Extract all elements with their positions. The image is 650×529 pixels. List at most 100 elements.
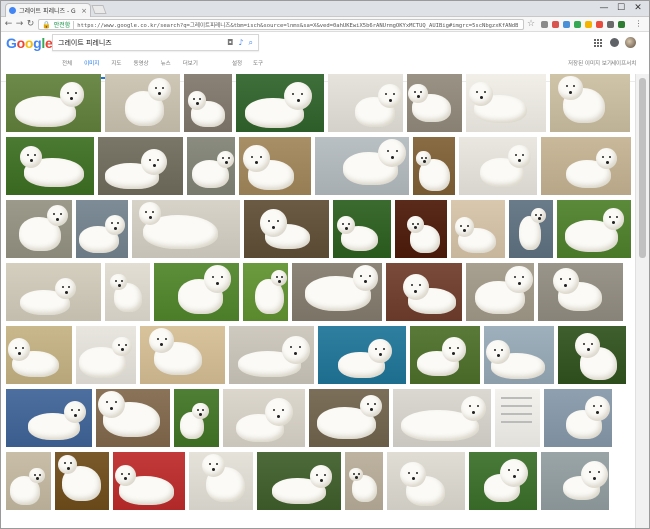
extension-icon[interactable] (552, 21, 559, 28)
image-thumbnail[interactable] (6, 452, 51, 510)
extension-icon[interactable] (563, 21, 570, 28)
image-thumbnail[interactable] (223, 389, 305, 447)
image-thumbnail[interactable] (466, 74, 546, 132)
image-thumbnail[interactable] (318, 326, 406, 384)
back-arrow-icon[interactable]: ← (3, 18, 14, 30)
image-thumbnail[interactable] (413, 137, 455, 195)
notifications-icon[interactable] (610, 38, 619, 47)
image-thumbnail[interactable] (410, 326, 480, 384)
address-bar[interactable]: 🔒 안전함 https://www.google.co.kr/search?q=… (38, 19, 524, 30)
image-thumbnail[interactable] (6, 200, 72, 258)
maximize-button[interactable]: ☐ (614, 2, 628, 14)
image-thumbnail[interactable] (140, 326, 225, 384)
scrollbar[interactable] (635, 74, 649, 528)
url-text[interactable]: https://www.google.co.kr/search?q=그레이트피레… (77, 21, 518, 29)
extension-icon[interactable] (585, 21, 592, 28)
image-thumbnail[interactable] (469, 452, 537, 510)
search-box[interactable]: ◘ ♪ ⌕ (52, 34, 259, 51)
image-thumbnail[interactable] (393, 389, 491, 447)
image-thumbnail[interactable] (154, 263, 239, 321)
image-thumbnail[interactable] (309, 389, 389, 447)
image-thumbnail[interactable] (495, 389, 540, 447)
menu-kebab-icon[interactable]: ⋮ (633, 18, 644, 30)
image-thumbnail[interactable] (113, 452, 185, 510)
image-thumbnail[interactable] (6, 389, 92, 447)
image-thumbnail[interactable] (484, 326, 554, 384)
search-icon[interactable]: ⌕ (249, 38, 253, 48)
image-thumbnail[interactable] (6, 326, 72, 384)
image-thumbnail[interactable] (189, 452, 253, 510)
image-thumbnail[interactable] (550, 74, 630, 132)
image-thumbnail[interactable] (292, 263, 382, 321)
dog-head-shape (486, 339, 511, 364)
dog-nose (17, 351, 21, 355)
reload-icon[interactable]: ↻ (25, 18, 36, 30)
image-thumbnail[interactable] (315, 137, 409, 195)
apps-grid-icon[interactable] (594, 39, 602, 47)
forward-arrow-icon[interactable]: → (14, 18, 25, 30)
extension-icon[interactable] (574, 21, 581, 28)
image-thumbnail[interactable] (105, 263, 150, 321)
dog-head-shape (454, 217, 474, 237)
camera-icon[interactable]: ◘ (227, 38, 233, 47)
image-thumbnail[interactable] (387, 452, 465, 510)
image-thumbnail[interactable] (236, 74, 324, 132)
image-thumbnail[interactable] (174, 389, 219, 447)
image-thumbnail[interactable] (184, 74, 232, 132)
avatar[interactable] (625, 37, 636, 48)
new-tab-button[interactable] (91, 5, 107, 14)
browser-tab[interactable]: 그레이트 피레니즈 - G × (5, 3, 91, 17)
extension-icon[interactable] (607, 21, 614, 28)
tab-close-icon[interactable]: × (81, 7, 87, 15)
extension-icon[interactable] (596, 21, 603, 28)
image-thumbnail[interactable] (333, 200, 391, 258)
extension-icon[interactable] (618, 21, 625, 28)
minimize-button[interactable]: — (597, 2, 611, 14)
image-thumbnail[interactable] (557, 200, 631, 258)
image-thumbnail[interactable] (451, 200, 505, 258)
image-thumbnail[interactable] (345, 452, 383, 510)
image-thumbnail[interactable] (541, 452, 609, 510)
tab-settings[interactable]: 설정 (232, 57, 242, 71)
image-thumbnail[interactable] (407, 74, 462, 132)
image-thumbnail[interactable] (6, 137, 94, 195)
microphone-icon[interactable]: ♪ (238, 38, 243, 47)
image-thumbnail[interactable] (76, 326, 136, 384)
image-thumbnail[interactable] (98, 137, 183, 195)
image-thumbnail[interactable] (6, 74, 101, 132)
tab-tools[interactable]: 도구 (253, 57, 263, 71)
image-thumbnail[interactable] (239, 137, 311, 195)
image-thumbnail[interactable] (96, 389, 170, 447)
image-thumbnail[interactable] (132, 200, 240, 258)
image-thumbnail[interactable] (187, 137, 235, 195)
image-thumbnail[interactable] (244, 200, 329, 258)
image-thumbnail[interactable] (459, 137, 537, 195)
scrollbar-thumb[interactable] (639, 78, 646, 258)
image-thumbnail[interactable] (229, 326, 314, 384)
image-thumbnail[interactable] (55, 452, 109, 510)
google-logo[interactable]: Google (6, 35, 53, 51)
dog-head-shape (191, 402, 209, 420)
image-thumbnail[interactable] (509, 200, 553, 258)
image-thumbnail[interactable] (76, 200, 128, 258)
image-thumbnail[interactable] (395, 200, 447, 258)
dog-head-shape (367, 339, 392, 363)
image-thumbnail[interactable] (105, 74, 180, 132)
image-thumbnail[interactable] (544, 389, 612, 447)
dog-eye (568, 278, 571, 280)
image-thumbnail[interactable] (558, 326, 626, 384)
image-thumbnail[interactable] (466, 263, 534, 321)
image-thumbnail[interactable] (386, 263, 462, 321)
image-thumbnail[interactable] (541, 137, 631, 195)
saved-images-link[interactable]: 저장된 이미지 보기 (568, 57, 612, 71)
image-thumbnail[interactable] (243, 263, 288, 321)
close-window-button[interactable]: ✕ (631, 2, 645, 14)
image-thumbnail[interactable] (257, 452, 341, 510)
image-thumbnail[interactable] (6, 263, 101, 321)
image-thumbnail[interactable] (538, 263, 623, 321)
bookmark-star-icon[interactable]: ☆ (527, 19, 535, 29)
safesearch-link[interactable]: 세이프서치 (611, 57, 636, 71)
search-input[interactable] (58, 38, 223, 47)
extension-icon[interactable] (541, 21, 548, 28)
image-thumbnail[interactable] (328, 74, 403, 132)
